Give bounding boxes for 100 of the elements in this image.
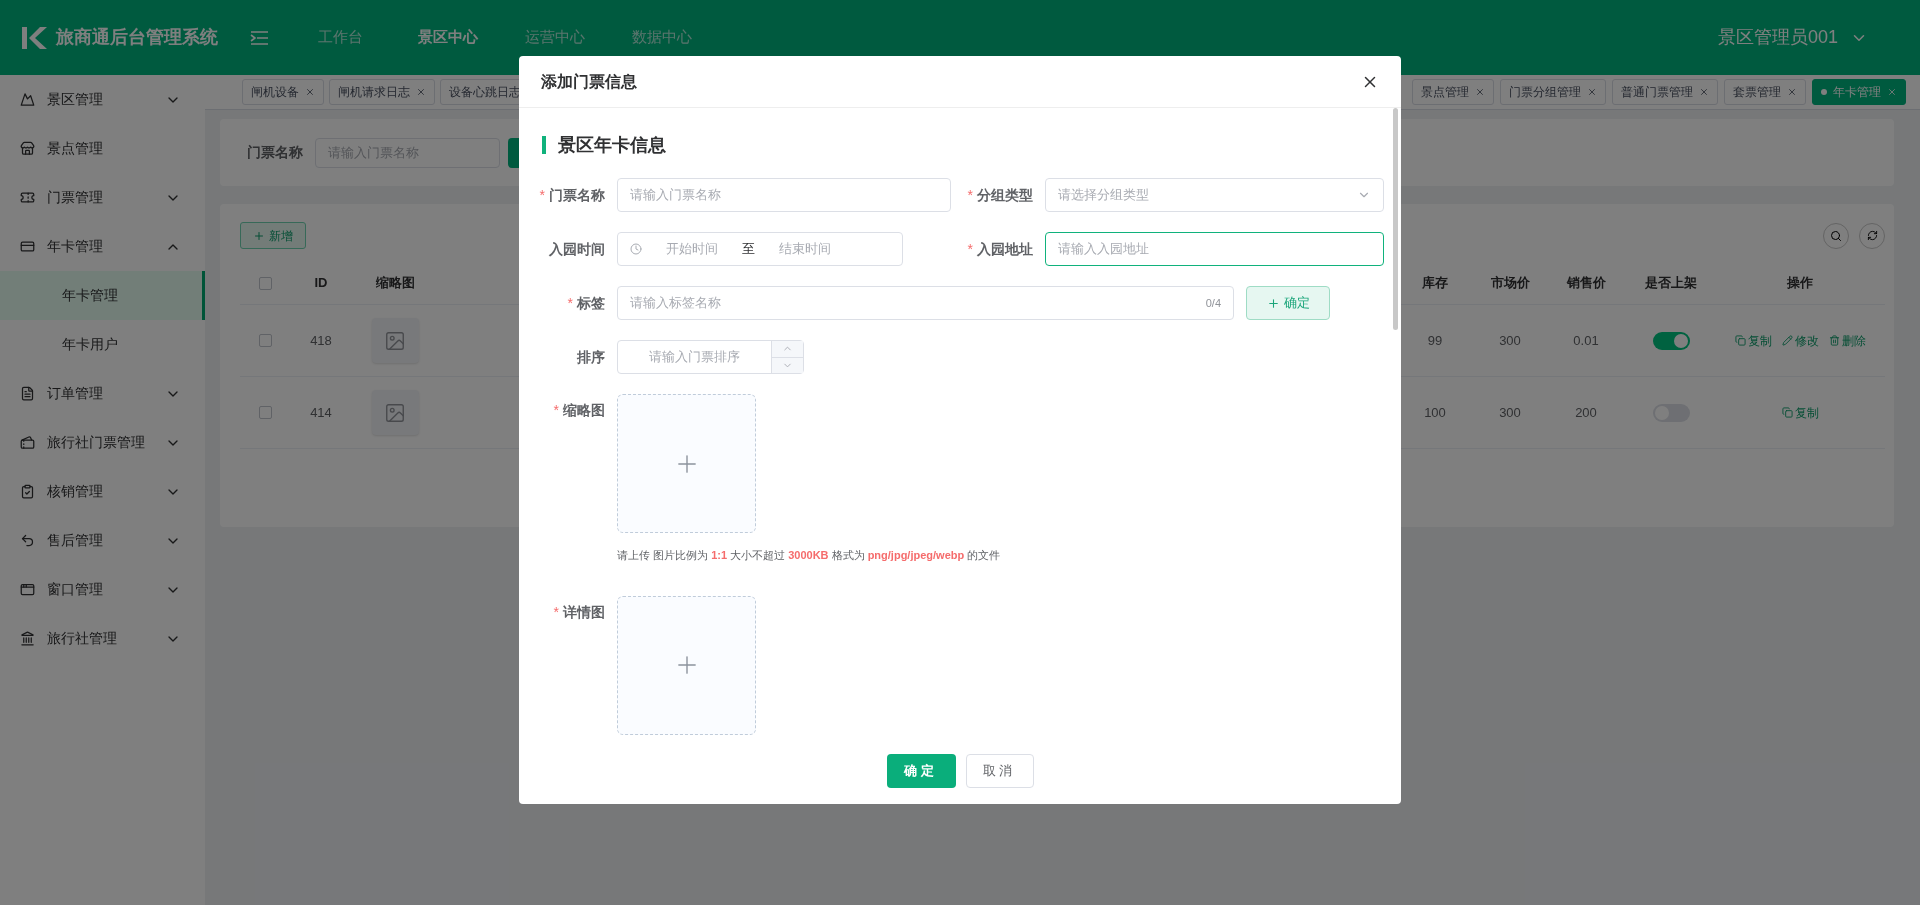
section-title: 景区年卡信息 bbox=[558, 133, 666, 157]
required-mark: * bbox=[539, 185, 545, 205]
trash-icon bbox=[1828, 335, 1840, 346]
search-icon bbox=[1830, 229, 1842, 242]
number-field[interactable]: 请输入门票排序 bbox=[617, 340, 804, 374]
field-label: 入园地址 bbox=[977, 239, 1033, 259]
refresh-icon bbox=[1866, 230, 1878, 241]
action-link[interactable]: 删除 bbox=[1828, 331, 1866, 350]
image-icon bbox=[384, 329, 406, 352]
table-cell-text: 200 bbox=[1574, 403, 1598, 422]
checkbox[interactable] bbox=[258, 276, 272, 290]
tab-label: 普通门票管理 bbox=[1621, 84, 1693, 101]
required-mark: * bbox=[567, 293, 573, 313]
tab-label: 门票分组管理 bbox=[1509, 84, 1581, 101]
column-header: 操作 bbox=[1786, 274, 1814, 293]
required-mark: * bbox=[553, 401, 559, 420]
user-name[interactable]: 景区管理员001 bbox=[1717, 24, 1838, 51]
field-label: 门票名称 bbox=[549, 185, 605, 205]
column-header: 是否上架 bbox=[1644, 274, 1698, 293]
clipboard-check-icon bbox=[20, 484, 35, 499]
input-field[interactable]: 请输入入园地址 bbox=[1045, 232, 1384, 266]
document-icon bbox=[20, 386, 35, 401]
toggle-switch[interactable] bbox=[1652, 331, 1690, 350]
page-tab[interactable]: 闸机请求日志 bbox=[329, 79, 435, 105]
sidebar-item[interactable]: 窗口管理 bbox=[0, 565, 205, 614]
field-label: 门票名称 bbox=[247, 143, 303, 162]
column-header: 销售价 bbox=[1565, 274, 1607, 293]
sidebar-item[interactable]: 景点管理 bbox=[0, 124, 205, 173]
plus-icon bbox=[253, 229, 265, 242]
plus-icon bbox=[1266, 296, 1280, 310]
date-range-field[interactable]: 开始时间 至 结束时间 bbox=[617, 232, 903, 266]
sidebar-item[interactable]: 年卡管理 bbox=[0, 222, 205, 271]
field-label: 缩略图 bbox=[563, 401, 605, 420]
field-label: 详情图 bbox=[563, 602, 605, 622]
page-tab[interactable]: 门票分组管理 bbox=[1500, 79, 1606, 105]
sidebar-item[interactable]: 旅行社管理 bbox=[0, 614, 205, 663]
column-header: ID bbox=[313, 274, 329, 293]
upload-box[interactable] bbox=[617, 394, 756, 533]
bank-icon bbox=[20, 631, 35, 646]
sidebar-item[interactable]: 核销管理 bbox=[0, 467, 205, 516]
character-counter: 0/4 bbox=[1205, 295, 1221, 311]
sidebar-item[interactable]: 订单管理 bbox=[0, 369, 205, 418]
sidebar-item[interactable]: 售后管理 bbox=[0, 516, 205, 565]
copy-icon bbox=[1734, 335, 1746, 346]
field-label: 入园时间 bbox=[549, 239, 605, 259]
table-cell-text: 300 bbox=[1498, 403, 1522, 422]
table-cell-text: 100 bbox=[1423, 403, 1447, 422]
store-icon bbox=[20, 141, 35, 156]
field-label: 分组类型 bbox=[977, 185, 1033, 205]
sidebar-subitem[interactable]: 年卡用户 bbox=[0, 320, 205, 369]
tab-label: 年卡管理 bbox=[1833, 84, 1881, 101]
column-header: 缩略图 bbox=[374, 274, 416, 293]
logo-icon bbox=[20, 26, 48, 49]
select-field[interactable]: 请选择分组类型 bbox=[1045, 178, 1384, 212]
table-cell-text: 418 bbox=[309, 331, 333, 350]
field-label: 排序 bbox=[577, 347, 605, 367]
checkbox[interactable] bbox=[258, 406, 272, 419]
action-link[interactable]: 修改 bbox=[1781, 331, 1819, 350]
required-mark: * bbox=[553, 602, 559, 622]
required-mark: * bbox=[967, 239, 973, 259]
page-tab[interactable]: 景点管理 bbox=[1412, 79, 1494, 105]
confirm-tag-button[interactable]: 确定 bbox=[1246, 286, 1330, 320]
mountain-icon bbox=[20, 92, 35, 107]
table-cell-text: 414 bbox=[309, 403, 333, 422]
action-link[interactable]: 复制 bbox=[1781, 403, 1819, 422]
table-cell-text: 300 bbox=[1498, 331, 1522, 350]
tab-label: 景点管理 bbox=[1421, 84, 1469, 101]
window-icon bbox=[20, 582, 35, 597]
section-bar-icon bbox=[542, 136, 546, 154]
clock-icon bbox=[630, 243, 642, 255]
table-cell-text: 0.01 bbox=[1572, 331, 1600, 350]
confirm-button[interactable]: 确定 bbox=[886, 754, 956, 788]
page-tab[interactable]: 套票管理 bbox=[1724, 79, 1806, 105]
pencil-icon bbox=[1781, 335, 1793, 346]
input-field[interactable]: 请输入门票名称 bbox=[617, 178, 951, 212]
app-title: 旅商通后台管理系统 bbox=[56, 26, 218, 49]
tickets-icon bbox=[20, 435, 35, 450]
page-tab[interactable]: 普通门票管理 bbox=[1612, 79, 1718, 105]
upload-box[interactable] bbox=[617, 595, 756, 735]
page-tab[interactable]: 闸机设备 bbox=[242, 79, 324, 105]
tab-label: 闸机请求日志 bbox=[338, 84, 410, 101]
ticket-icon bbox=[20, 190, 35, 205]
table-cell-text: 99 bbox=[1426, 331, 1444, 350]
page-tab[interactable]: 年卡管理 bbox=[1812, 79, 1906, 105]
required-mark: * bbox=[967, 185, 973, 205]
input-field[interactable]: 请输入标签名称 0/4 bbox=[617, 286, 1234, 320]
card-icon bbox=[20, 239, 35, 254]
sidebar-subitem[interactable]: 年卡管理 bbox=[0, 271, 205, 320]
action-link[interactable]: 复制 bbox=[1734, 331, 1772, 350]
sidebar-item[interactable]: 旅行社门票管理 bbox=[0, 418, 205, 467]
tab-label: 套票管理 bbox=[1733, 84, 1781, 101]
scrollbar-thumb[interactable] bbox=[1393, 108, 1398, 330]
add-button[interactable]: 新增 bbox=[240, 222, 306, 249]
menu-icon[interactable] bbox=[250, 29, 269, 46]
sidebar-item[interactable]: 景区管理 bbox=[0, 75, 205, 124]
cancel-button[interactable]: 取消 bbox=[965, 754, 1034, 788]
image-icon bbox=[384, 401, 406, 424]
sidebar-item[interactable]: 门票管理 bbox=[0, 173, 205, 222]
checkbox[interactable] bbox=[258, 334, 272, 347]
nav-item[interactable]: 景区中心 bbox=[394, 26, 501, 49]
